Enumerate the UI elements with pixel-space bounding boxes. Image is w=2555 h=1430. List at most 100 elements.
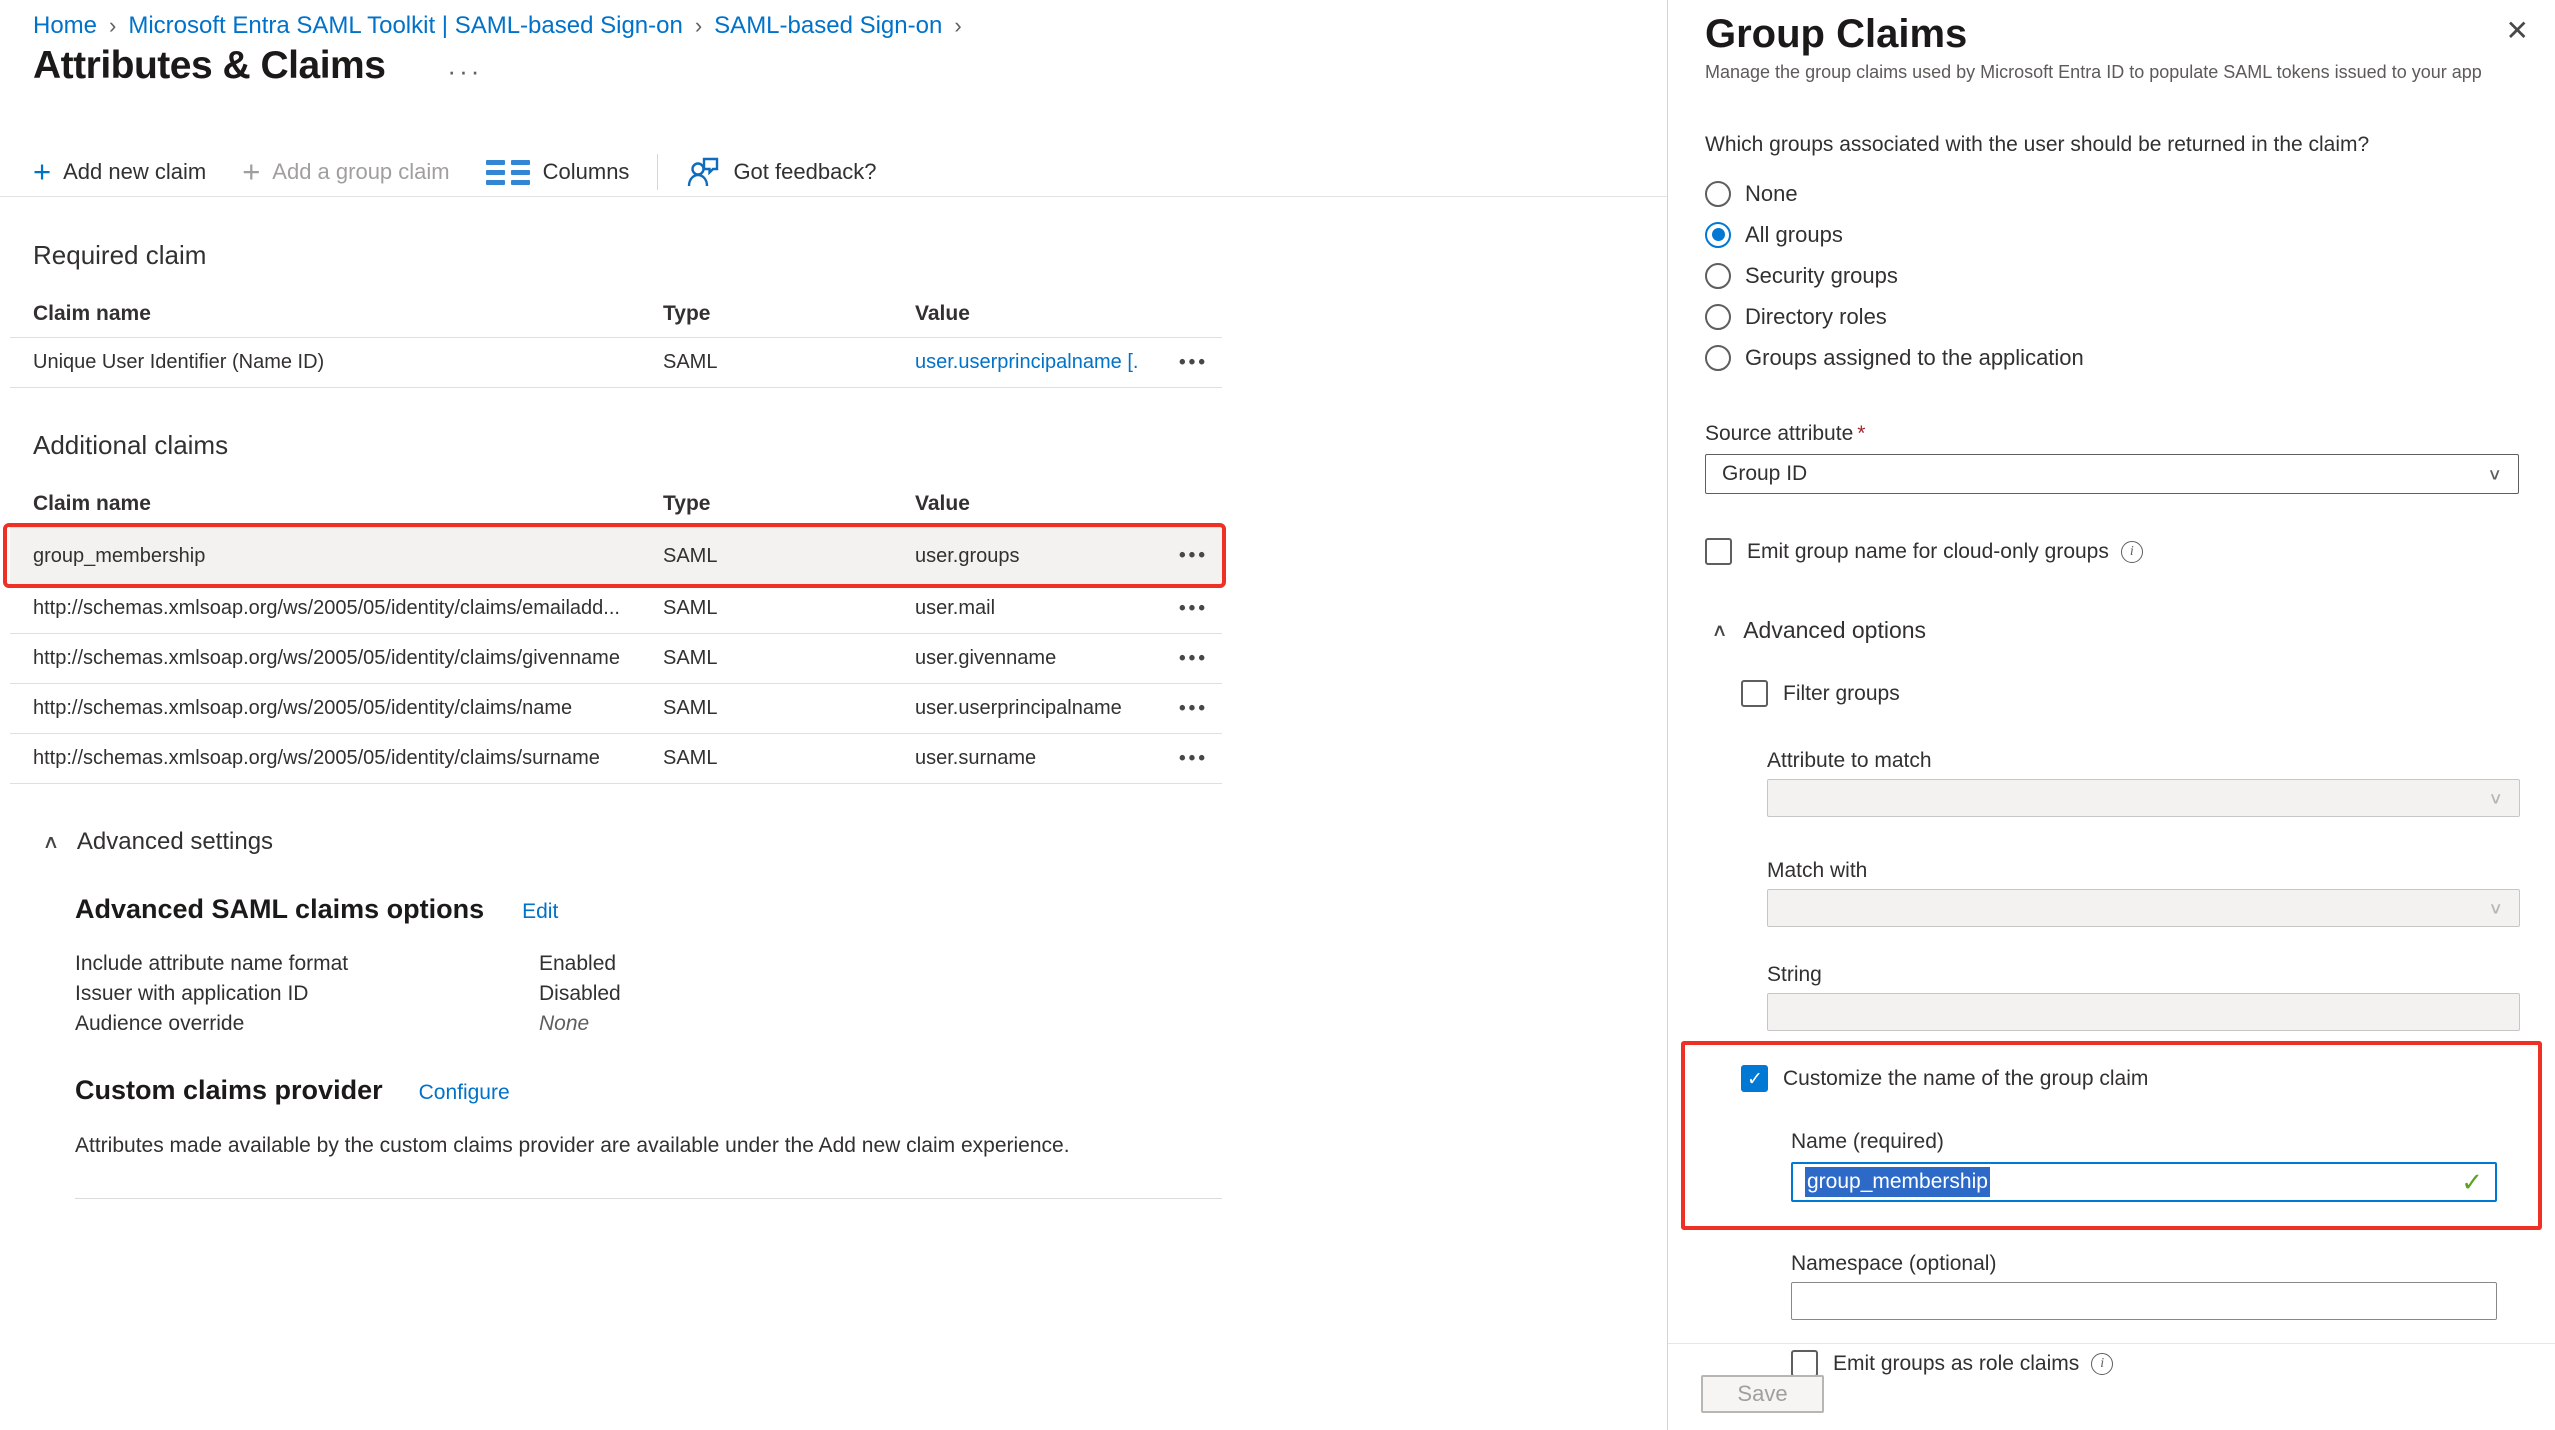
table-row-surname[interactable]: http://schemas.xmlsoap.org/ws/2005/05/id… <box>10 734 1222 784</box>
claim-value-link[interactable]: user.userprincipalname [... <box>915 351 1138 373</box>
required-claim-table: Claim name Type Value Unique User Identi… <box>10 291 1222 388</box>
page-context-menu-button[interactable]: ··· <box>447 56 482 76</box>
saml-options-list: Include attribute name format Enabled Is… <box>75 949 1222 1039</box>
source-attribute-label: Source attribute* <box>1705 422 2518 446</box>
info-icon[interactable]: i <box>2091 1353 2113 1375</box>
radio-icon <box>1705 181 1731 207</box>
table-header-row: Claim name Type Value <box>10 291 1222 338</box>
required-asterisk: * <box>1857 422 1865 445</box>
columns-icon <box>486 160 530 185</box>
advanced-settings-toggle[interactable]: ∧ Advanced settings <box>44 828 273 856</box>
kv-value: Disabled <box>539 982 621 1006</box>
custom-provider-description: Attributes made available by the custom … <box>75 1134 1222 1158</box>
got-feedback-button[interactable]: Got feedback? <box>686 156 876 188</box>
radio-directory-roles[interactable]: Directory roles <box>1705 296 2518 337</box>
radio-none[interactable]: None <box>1705 173 2518 214</box>
add-new-claim-button[interactable]: + Add new claim <box>33 159 206 185</box>
namespace-input[interactable] <box>1791 1282 2497 1320</box>
filter-groups-checkbox[interactable]: Filter groups <box>1741 680 2518 707</box>
radio-security-groups[interactable]: Security groups <box>1705 255 2518 296</box>
radio-icon <box>1705 263 1731 289</box>
chevron-up-icon: ∧ <box>42 831 59 854</box>
customize-name-checkbox[interactable]: Customize the name of the group claim <box>1741 1065 2518 1092</box>
panel-subtitle: Manage the group claims used by Microsof… <box>1705 62 2518 83</box>
radio-groups-assigned[interactable]: Groups assigned to the application <box>1705 337 2518 378</box>
attribute-to-match-select[interactable]: ∨ <box>1767 779 2520 817</box>
plus-icon: + <box>33 162 51 182</box>
match-with-select[interactable]: ∨ <box>1767 889 2520 927</box>
breadcrumb-home[interactable]: Home <box>33 12 97 39</box>
string-input[interactable] <box>1767 993 2520 1031</box>
checkbox-icon <box>1741 1065 1768 1092</box>
close-icon[interactable]: ✕ <box>2506 16 2529 46</box>
valid-check-icon: ✓ <box>2461 1167 2483 1198</box>
feedback-icon <box>686 156 720 188</box>
selected-text: group_membership <box>1805 1167 1990 1197</box>
checkbox-icon <box>1791 1350 1818 1377</box>
namespace-label: Namespace (optional) <box>1791 1252 2518 1276</box>
row-menu-button[interactable]: ••• <box>1138 698 1208 720</box>
group-claims-question: Which groups associated with the user sh… <box>1705 133 2518 157</box>
kv-row: Audience override None <box>75 1009 1222 1039</box>
radio-all-groups[interactable]: All groups <box>1705 214 2518 255</box>
table-row-name[interactable]: http://schemas.xmlsoap.org/ws/2005/05/id… <box>10 684 1222 734</box>
chevron-up-icon: ∧ <box>1711 620 1727 641</box>
checkbox-icon <box>1705 538 1732 565</box>
configure-link[interactable]: Configure <box>419 1081 510 1105</box>
breadcrumb-separator: › <box>695 13 702 38</box>
main-content: Home › Microsoft Entra SAML Toolkit | SAML… <box>0 0 1667 1430</box>
emit-cloud-only-checkbox[interactable]: Emit group name for cloud-only groups i <box>1705 538 2518 565</box>
columns-button[interactable]: Columns <box>486 159 630 185</box>
name-input[interactable]: group_membership ✓ <box>1791 1162 2497 1202</box>
section-divider <box>75 1198 1222 1199</box>
kv-row: Issuer with application ID Disabled <box>75 979 1222 1009</box>
radio-icon <box>1705 345 1731 371</box>
breadcrumb-separator: › <box>954 13 961 38</box>
saml-options-heading: Advanced SAML claims options <box>75 894 484 925</box>
row-menu-button[interactable]: ••• <box>1138 598 1208 620</box>
row-menu-button[interactable]: ••• <box>1138 748 1208 770</box>
name-required-label: Name (required) <box>1791 1130 2518 1154</box>
match-with-label: Match with <box>1767 859 2518 883</box>
attribute-to-match-label: Attribute to match <box>1767 749 2518 773</box>
info-icon[interactable]: i <box>2121 541 2143 563</box>
kv-value: None <box>539 1012 589 1036</box>
radio-icon <box>1705 304 1731 330</box>
edit-link[interactable]: Edit <box>522 900 558 924</box>
footer-divider <box>1668 1343 2555 1344</box>
breadcrumb-separator: › <box>109 13 116 38</box>
checkbox-icon <box>1741 680 1768 707</box>
breadcrumb-app[interactable]: Microsoft Entra SAML Toolkit | SAML-base… <box>128 12 682 39</box>
toolbar-divider <box>657 154 658 190</box>
panel-title: Group Claims <box>1705 0 2518 57</box>
plus-icon: + <box>242 162 260 182</box>
emit-roles-checkbox[interactable]: Emit groups as role claims i <box>1791 1350 2518 1377</box>
group-type-radio-group: None All groups Security groups Director… <box>1705 173 2518 378</box>
table-row-givenname[interactable]: http://schemas.xmlsoap.org/ws/2005/05/id… <box>10 634 1222 684</box>
row-menu-button[interactable]: ••• <box>1138 648 1208 670</box>
save-button[interactable]: Save <box>1701 1375 1824 1413</box>
string-label: String <box>1767 963 2518 987</box>
table-row-group-membership[interactable]: group_membership SAML user.groups ••• <box>10 528 1222 584</box>
additional-claims-table: Claim name Type Value group_membership S… <box>10 481 1222 784</box>
breadcrumb-signon[interactable]: SAML-based Sign-on <box>714 12 942 39</box>
table-header-row: Claim name Type Value <box>10 481 1222 528</box>
chevron-down-icon: ∨ <box>2488 788 2503 808</box>
annotation-box-customize: Customize the name of the group claim Na… <box>1681 1041 2542 1230</box>
row-menu-button[interactable]: ••• <box>1138 352 1208 374</box>
page-title: Attributes & Claims <box>33 44 385 88</box>
kv-row: Include attribute name format Enabled <box>75 949 1222 979</box>
table-row-nameid[interactable]: Unique User Identifier (Name ID) SAML us… <box>10 338 1222 388</box>
kv-value: Enabled <box>539 952 616 976</box>
chevron-down-icon: ∨ <box>2487 464 2502 484</box>
source-attribute-select[interactable]: Group ID ∨ <box>1705 454 2519 494</box>
table-row-emailaddress[interactable]: http://schemas.xmlsoap.org/ws/2005/05/id… <box>10 584 1222 634</box>
toolbar-rule <box>0 196 1667 197</box>
row-menu-button[interactable]: ••• <box>1138 545 1208 567</box>
advanced-options-toggle[interactable]: ∧ Advanced options <box>1713 617 1926 644</box>
chevron-down-icon: ∨ <box>2488 898 2503 918</box>
add-group-claim-button[interactable]: + Add a group claim <box>242 159 449 185</box>
required-claim-heading: Required claim <box>33 240 1222 271</box>
radio-icon <box>1705 222 1731 248</box>
toolbar: + Add new claim + Add a group claim Colu… <box>33 150 877 194</box>
